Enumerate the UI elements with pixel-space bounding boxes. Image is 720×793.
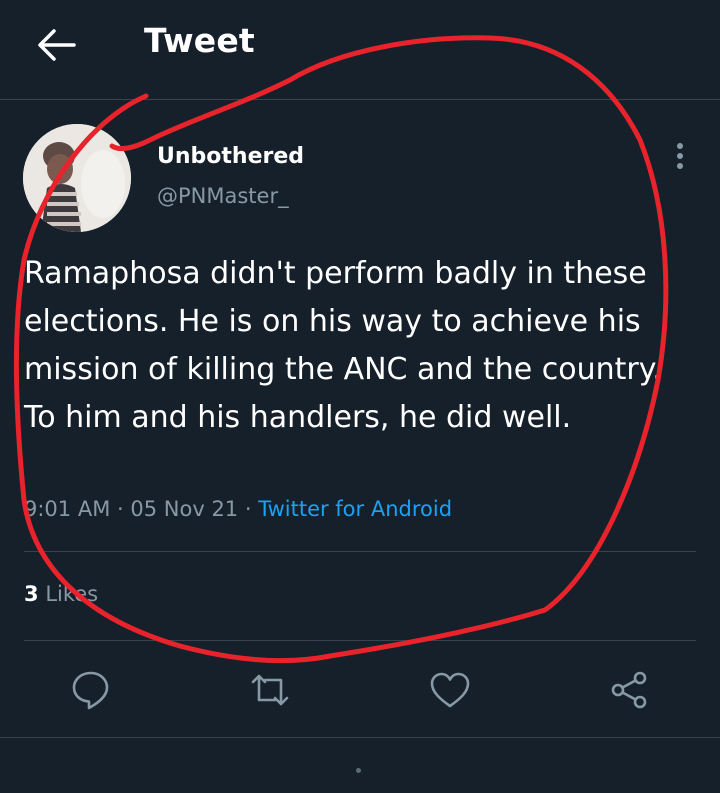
divider	[0, 737, 720, 738]
more-vertical-icon	[677, 143, 683, 169]
avatar[interactable]	[23, 124, 131, 232]
retweet-icon	[251, 674, 289, 706]
meta-separator: ·	[244, 497, 252, 521]
reply-button[interactable]	[69, 668, 113, 712]
back-button[interactable]	[34, 25, 78, 65]
divider	[24, 551, 696, 552]
more-options-button[interactable]	[666, 140, 694, 174]
page-indicator-dot	[356, 768, 361, 773]
author-handle[interactable]: @PNMaster_	[157, 184, 289, 208]
arrow-left-icon	[38, 29, 76, 61]
meta-separator: ·	[117, 497, 124, 521]
divider	[24, 640, 696, 641]
heart-icon	[430, 672, 470, 708]
tweet-time: 9:01 AM	[24, 497, 111, 521]
author-name[interactable]: Unbothered	[157, 144, 304, 169]
likes-count: 3	[24, 582, 39, 606]
avatar-photo	[23, 124, 131, 232]
likes-stat[interactable]: 3 Likes	[24, 582, 98, 606]
tweet-date: 05 Nov 21	[130, 497, 239, 521]
tweet-meta: 9:01 AM · 05 Nov 21 · Twitter for Androi…	[24, 497, 452, 521]
top-bar: Tweet	[0, 0, 720, 100]
like-button[interactable]	[428, 668, 472, 712]
page-title: Tweet	[144, 21, 255, 60]
speech-bubble-icon	[72, 671, 109, 710]
tweet-text: Ramaphosa didn't perform badly in these …	[24, 256, 662, 435]
tweet-source-link[interactable]: Twitter for Android	[258, 497, 452, 521]
share-button[interactable]	[608, 668, 652, 712]
likes-label: Likes	[45, 582, 99, 606]
share-icon	[611, 671, 647, 709]
retweet-button[interactable]	[248, 668, 292, 712]
